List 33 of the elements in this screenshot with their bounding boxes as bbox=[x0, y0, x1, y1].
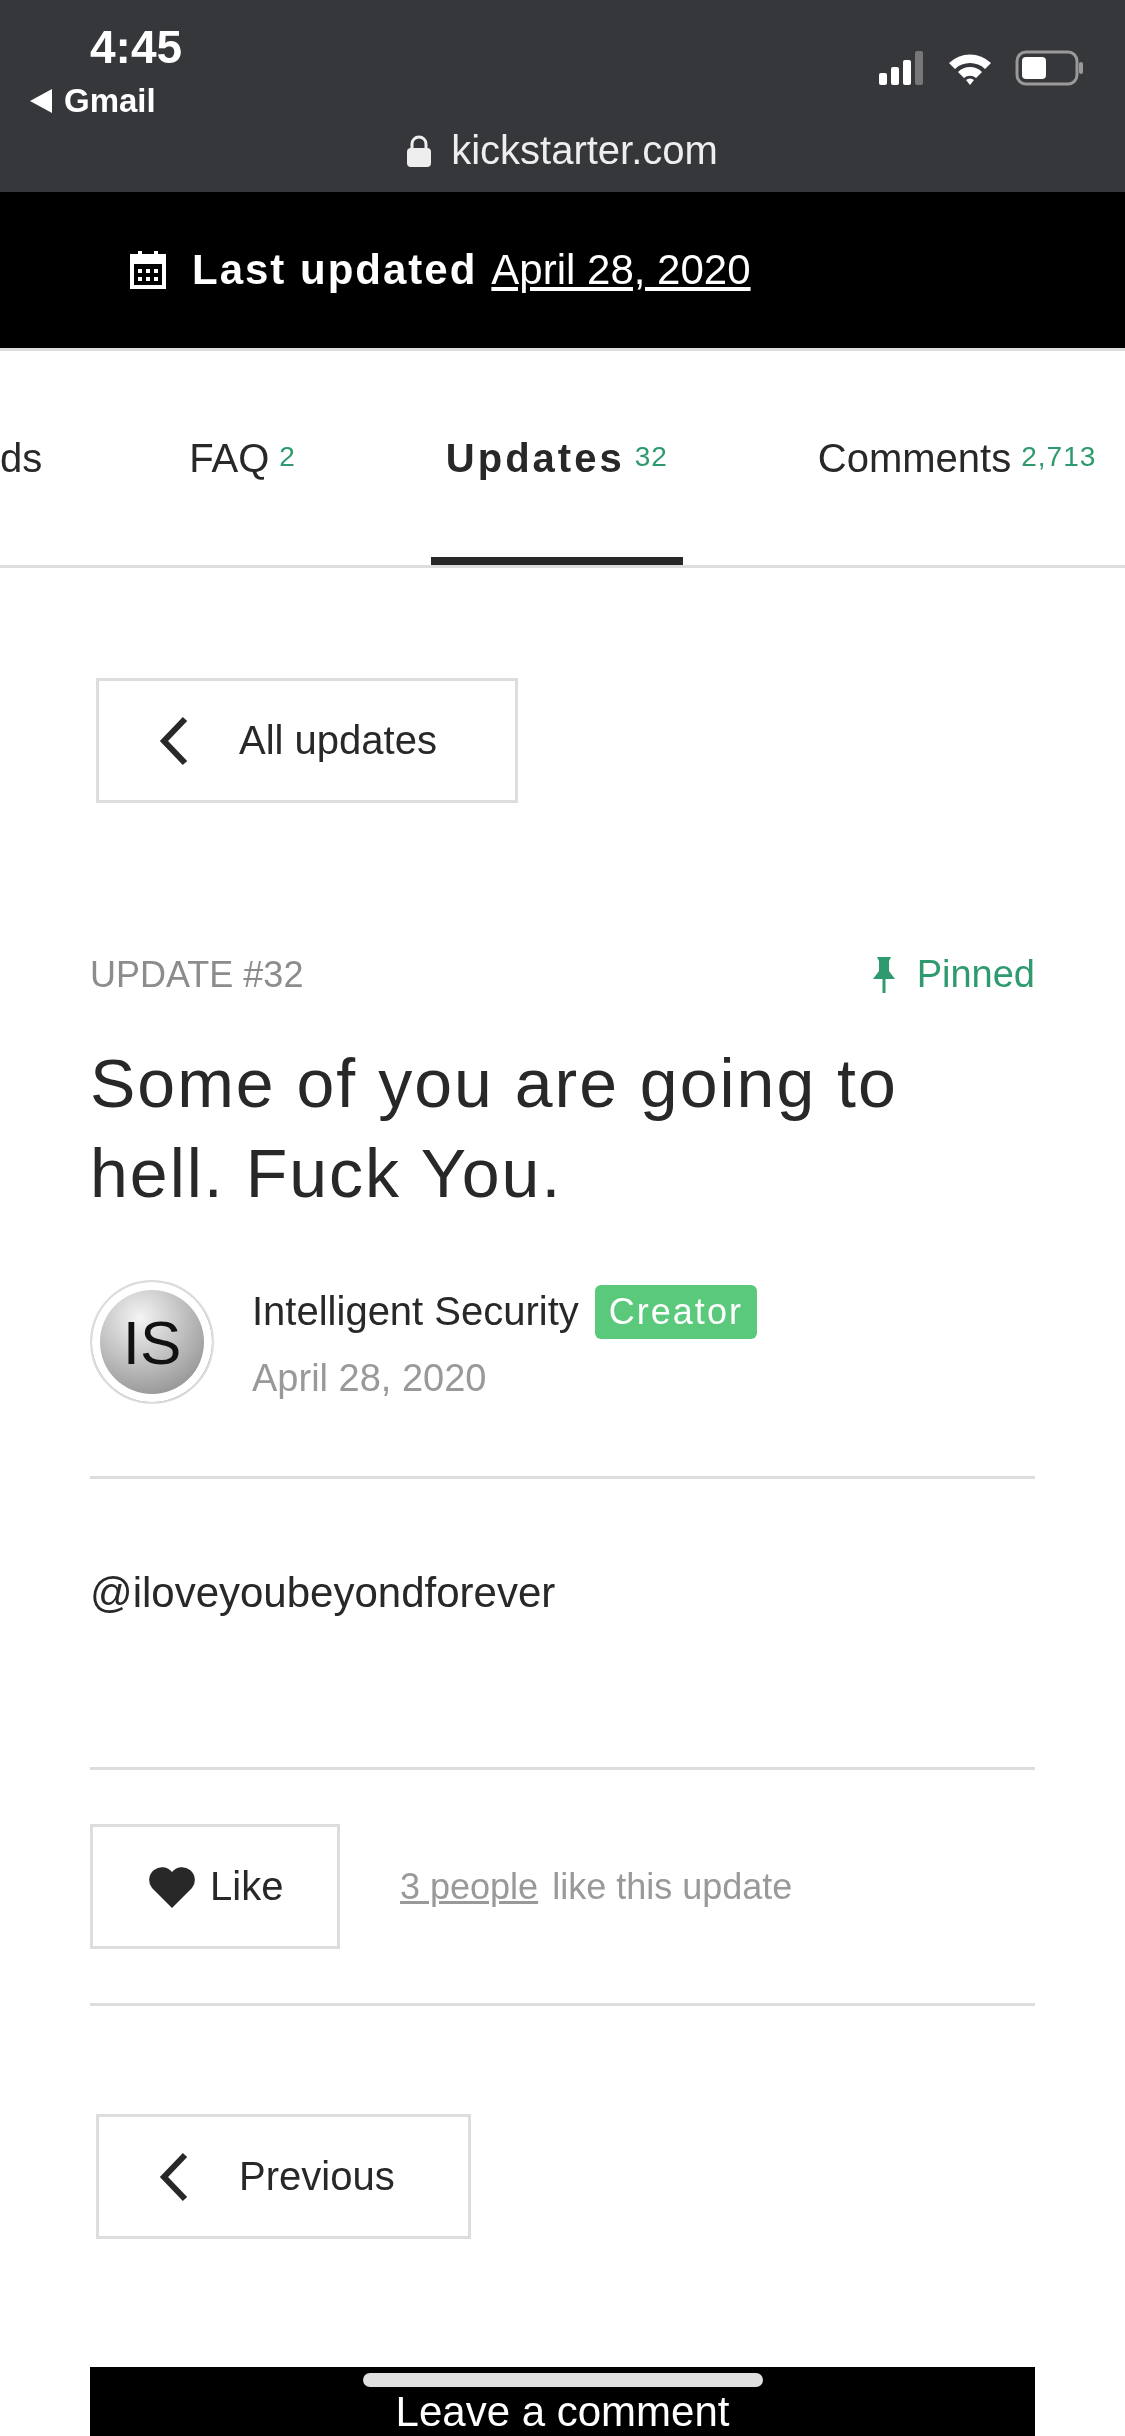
tab[interactable]: ds bbox=[0, 351, 58, 565]
chevron-left-icon bbox=[159, 2151, 189, 2202]
back-triangle-icon bbox=[30, 89, 52, 113]
author-name[interactable]: Intelligent Security bbox=[252, 1289, 579, 1334]
heart-icon bbox=[148, 1865, 196, 1908]
author-avatar: IS bbox=[90, 1280, 214, 1404]
previous-button[interactable]: Previous bbox=[96, 2114, 471, 2239]
update-date: April 28, 2020 bbox=[252, 1356, 488, 1400]
calendar-icon bbox=[130, 251, 166, 289]
tab[interactable]: Comments 2,713 bbox=[802, 351, 1112, 565]
clock-time: 4:45 bbox=[90, 20, 183, 74]
likes-text: like this update bbox=[552, 1865, 793, 1908]
update-title: Some of you are going to hell. Fuck You. bbox=[90, 1044, 899, 1213]
last-updated-date-link[interactable]: April 28, 2020 bbox=[491, 246, 751, 294]
update-body: @iloveyoubeyondforever bbox=[90, 1569, 557, 1617]
all-updates-button[interactable]: All updates bbox=[96, 678, 518, 803]
wifi-icon bbox=[947, 51, 993, 85]
battery-icon bbox=[1015, 50, 1085, 86]
tab[interactable]: Updates 32 bbox=[430, 351, 683, 565]
pinned-label: Pinned bbox=[916, 953, 1035, 996]
update-number: UPDATE #32 bbox=[90, 953, 304, 996]
back-to-app-link[interactable]: Gmail bbox=[64, 82, 156, 120]
last-updated-label: Last updated bbox=[192, 246, 478, 294]
chevron-left-icon bbox=[159, 715, 189, 766]
tab[interactable]: FAQ 2 bbox=[174, 351, 311, 565]
address-bar[interactable]: kickstarter.com bbox=[451, 128, 718, 173]
leave-comment-button[interactable]: Leave a comment bbox=[395, 2388, 730, 2436]
home-indicator[interactable] bbox=[363, 2373, 763, 2387]
lock-icon bbox=[407, 134, 432, 167]
signal-icon bbox=[879, 51, 925, 85]
pin-icon bbox=[872, 956, 895, 993]
like-button[interactable]: Like bbox=[90, 1824, 340, 1949]
creator-badge: Creator bbox=[594, 1284, 757, 1339]
